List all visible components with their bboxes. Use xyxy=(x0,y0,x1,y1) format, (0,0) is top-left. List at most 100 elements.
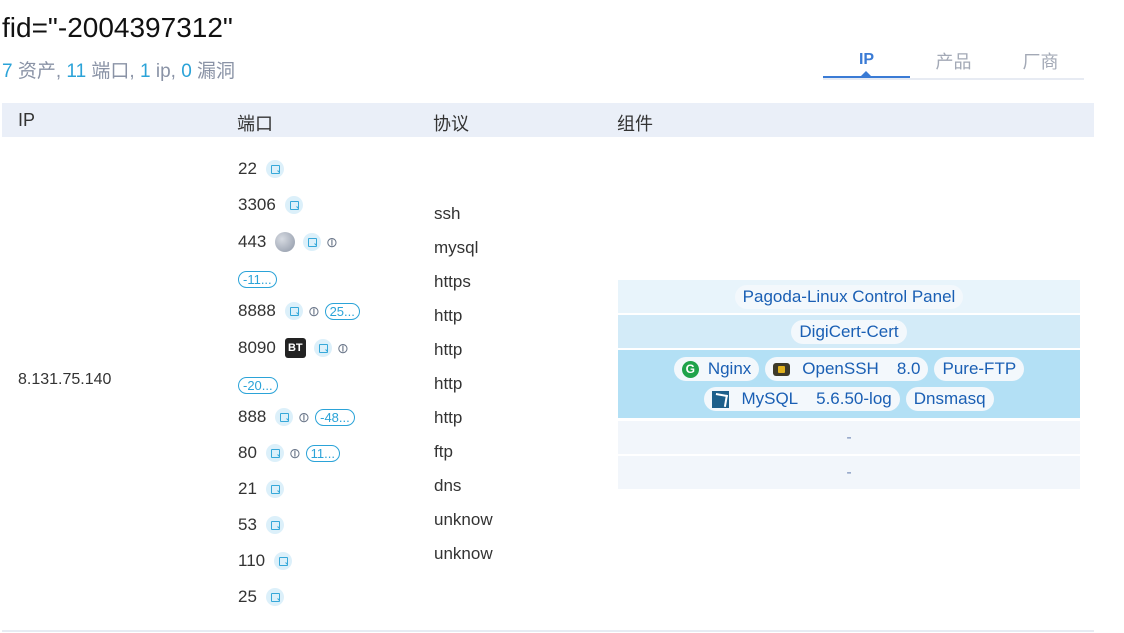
cert-badge[interactable]: -48... xyxy=(315,408,355,426)
component-row: DigiCert-Cert xyxy=(618,315,1080,348)
port-number[interactable]: 443 xyxy=(238,232,266,252)
ip-count[interactable]: 1 xyxy=(140,61,151,82)
port-row: 53 xyxy=(238,513,289,537)
summary-stats: 7 资产, 11 端口, 1 ip, 0 漏洞 xyxy=(2,56,235,83)
protocol-value: ssh xyxy=(434,204,461,223)
port-row: 110 xyxy=(238,549,297,573)
link-icon[interactable]: ⊘ xyxy=(304,301,324,321)
component-name: Nginx xyxy=(707,359,752,378)
port-row: 443 ⊘ xyxy=(238,230,343,254)
port-row: 80 ⊘ 11... xyxy=(238,441,340,465)
component-chip[interactable]: Pure-FTP xyxy=(934,357,1025,381)
port-number[interactable]: 22 xyxy=(238,159,257,179)
ports-count[interactable]: 11 xyxy=(66,61,86,82)
protocol-value: unknow xyxy=(434,544,493,563)
port-number[interactable]: 8888 xyxy=(238,301,276,321)
globe-icon xyxy=(275,232,296,252)
protocol-value: http xyxy=(434,306,463,325)
detail-icon[interactable] xyxy=(284,302,303,320)
port-number[interactable]: 110 xyxy=(238,551,265,571)
cert-badge[interactable]: 25... xyxy=(324,302,360,320)
table-bottom-border xyxy=(2,630,1094,632)
port-row: 8888 ⊘ 25... xyxy=(238,299,360,323)
protocol-value: mysql xyxy=(434,238,479,257)
detail-icon[interactable] xyxy=(274,552,293,570)
openssh-icon xyxy=(773,362,791,376)
link-icon[interactable]: ⊘ xyxy=(322,232,342,252)
component-chip[interactable]: Pagoda-Linux Control Panel xyxy=(734,284,964,309)
detail-icon[interactable] xyxy=(265,588,284,606)
column-header-ip: IP xyxy=(18,110,36,130)
port-number[interactable]: 80 xyxy=(238,443,257,463)
port-row: -11... xyxy=(238,267,277,291)
assets-count[interactable]: 7 xyxy=(2,61,13,82)
port-row: 888 ⊘ -48... xyxy=(238,405,355,429)
vulns-count[interactable]: 0 xyxy=(181,61,192,82)
detail-icon[interactable] xyxy=(265,516,284,534)
assets-label: 资产, xyxy=(12,61,67,82)
protocol-value: http xyxy=(434,374,463,393)
component-chip[interactable]: Dnsmasq xyxy=(905,387,994,411)
protocol-value: unknow xyxy=(434,510,493,529)
tab-ip[interactable]: IP xyxy=(823,51,910,69)
protocol-value: dns xyxy=(434,476,462,495)
page-title: fid="-2004397312" xyxy=(2,12,233,43)
port-row: 8090 BT ⊘ xyxy=(238,336,354,360)
component-row: Pagoda-Linux Control Panel xyxy=(618,280,1080,313)
mysql-icon xyxy=(712,390,730,408)
component-chip[interactable]: DigiCert-Cert xyxy=(791,319,907,344)
port-row: 21 xyxy=(238,477,289,501)
ports-label: 端口, xyxy=(86,61,140,82)
cert-badge[interactable]: 11... xyxy=(305,444,340,462)
component-chip[interactable]: MySQL 5.6.50-log xyxy=(704,387,900,411)
tab-vendor[interactable]: 厂商 xyxy=(997,48,1084,74)
column-header-protocol: 协议 xyxy=(433,114,469,134)
detail-icon[interactable] xyxy=(265,444,284,462)
cert-badge[interactable]: -20... xyxy=(238,376,278,394)
ip-address[interactable]: 8.131.75.140 xyxy=(18,371,111,389)
component-row: - xyxy=(618,421,1080,454)
detail-icon[interactable] xyxy=(275,408,294,426)
component-row: G Nginx OpenSSH 8.0 Pure-FTP MySQL 5.6.50-l… xyxy=(618,350,1080,418)
port-number[interactable]: 8090 xyxy=(238,338,276,358)
component-chip[interactable]: OpenSSH 8.0 xyxy=(765,357,929,381)
detail-icon[interactable] xyxy=(284,196,303,214)
port-number[interactable]: 53 xyxy=(238,515,257,535)
component-row: - xyxy=(618,456,1080,489)
component-name: MySQL xyxy=(741,389,799,408)
port-number[interactable]: 21 xyxy=(238,479,257,499)
component-empty: - xyxy=(846,463,852,481)
detail-icon[interactable] xyxy=(313,339,332,357)
bt-icon: BT xyxy=(284,338,306,358)
component-name: Dnsmasq xyxy=(913,389,986,408)
port-row: -20... xyxy=(238,373,278,397)
component-empty: - xyxy=(846,428,852,446)
tab-product[interactable]: 产品 xyxy=(910,48,997,74)
component-name: OpenSSH xyxy=(802,359,879,378)
detail-icon[interactable] xyxy=(265,480,284,498)
component-name: Pure-FTP xyxy=(942,359,1017,378)
port-number[interactable]: 25 xyxy=(238,587,257,607)
protocol-value: http xyxy=(434,408,463,427)
port-row: 3306 xyxy=(238,193,308,217)
link-icon[interactable]: ⊘ xyxy=(333,338,353,358)
link-icon[interactable]: ⊘ xyxy=(285,443,305,463)
component-chip[interactable]: G Nginx xyxy=(673,357,760,381)
ip-label: ip, xyxy=(150,61,182,82)
protocol-value: http xyxy=(434,340,463,359)
component-line: MySQL 5.6.50-log Dnsmasq xyxy=(701,387,996,411)
column-header-component: 组件 xyxy=(617,114,653,134)
link-icon[interactable]: ⊘ xyxy=(294,407,314,427)
port-number[interactable]: 3306 xyxy=(238,195,276,215)
detail-icon[interactable] xyxy=(265,160,284,178)
cert-badge[interactable]: -11... xyxy=(238,270,277,288)
protocol-value: ftp xyxy=(434,442,453,461)
port-number[interactable]: 888 xyxy=(238,407,266,427)
detail-icon[interactable] xyxy=(303,233,322,251)
component-version: 5.6.50-log xyxy=(816,389,892,408)
tab-caret-icon xyxy=(861,71,871,76)
table-header: IP 端口 协议 组件 xyxy=(2,103,1094,137)
tab-active-indicator xyxy=(823,76,910,78)
port-row: 22 xyxy=(238,157,289,181)
column-header-port: 端口 xyxy=(237,114,273,134)
